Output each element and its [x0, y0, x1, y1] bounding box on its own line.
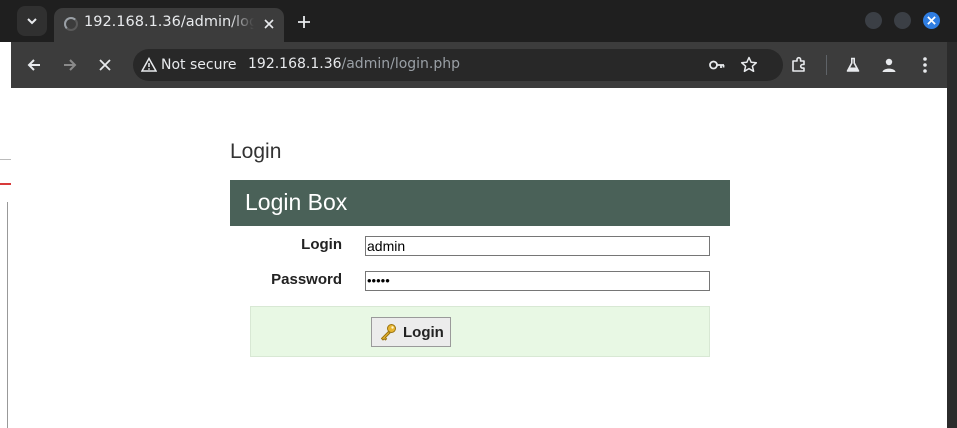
star-icon [740, 56, 758, 73]
tab-active[interactable]: 192.168.1.36/admin/login.php [54, 8, 284, 42]
close-icon [927, 16, 936, 25]
security-label: Not secure [161, 57, 237, 73]
tab-title: 192.168.1.36/admin/login.php [84, 14, 254, 30]
browser-toolbar: Not secure 192.168.1.36/admin/login.php [11, 42, 947, 88]
address-bar[interactable]: Not secure 192.168.1.36/admin/login.php [133, 49, 783, 81]
toolbar-divider [826, 55, 827, 75]
profile-button[interactable] [877, 53, 901, 77]
background-window-edge [947, 42, 957, 428]
page-content: Login Login Box Login admin Password •••… [11, 88, 947, 428]
flask-icon [846, 57, 860, 72]
plus-icon [298, 16, 310, 28]
forward-button[interactable] [58, 53, 82, 77]
close-icon [99, 59, 111, 71]
more-vertical-icon [923, 57, 927, 73]
arrow-right-icon [64, 59, 77, 71]
url-path: /admin/login.php [341, 56, 461, 72]
tab-strip: 192.168.1.36/admin/login.php [0, 0, 957, 42]
key-icon [381, 324, 396, 341]
labs-button[interactable] [841, 53, 865, 77]
url-text[interactable]: 192.168.1.36/admin/login.php [248, 56, 460, 72]
close-window-button[interactable] [923, 12, 940, 29]
background-window-edge [0, 42, 11, 428]
login-box-title: Login Box [245, 189, 348, 215]
login-label: Login [301, 236, 342, 253]
key-icon [709, 60, 725, 70]
password-label: Password [271, 271, 342, 288]
url-host: 192.168.1.36 [248, 56, 342, 72]
divider [0, 183, 11, 185]
form-actions: Login [250, 306, 710, 357]
tab-close-button[interactable] [259, 14, 279, 34]
login-input[interactable]: admin [365, 236, 710, 256]
back-button[interactable] [22, 53, 46, 77]
maximize-button[interactable] [894, 12, 911, 29]
login-button-label: Login [403, 323, 444, 341]
warning-icon [141, 57, 157, 72]
menu-button[interactable] [913, 53, 937, 77]
login-button[interactable]: Login [371, 317, 451, 347]
stop-button[interactable] [93, 53, 117, 77]
security-indicator[interactable]: Not secure [141, 55, 237, 75]
login-box-header: Login Box [230, 180, 730, 226]
browser-window: 192.168.1.36/admin/login.php [0, 0, 957, 428]
tab-search-button[interactable] [17, 6, 47, 36]
divider [0, 159, 11, 160]
arrow-left-icon [27, 59, 40, 71]
loading-spinner-icon [64, 17, 78, 31]
chevron-down-icon [27, 18, 37, 25]
new-tab-button[interactable] [292, 10, 316, 34]
divider [7, 202, 8, 428]
minimize-button[interactable] [865, 12, 882, 29]
puzzle-icon [792, 56, 805, 72]
person-icon [882, 58, 896, 72]
page-title: Login [230, 140, 282, 163]
close-icon [264, 19, 274, 29]
bookmark-button[interactable] [737, 53, 761, 77]
password-input[interactable]: ••••• [365, 271, 710, 291]
extensions-button[interactable] [787, 53, 811, 77]
password-key-button[interactable] [705, 53, 729, 77]
